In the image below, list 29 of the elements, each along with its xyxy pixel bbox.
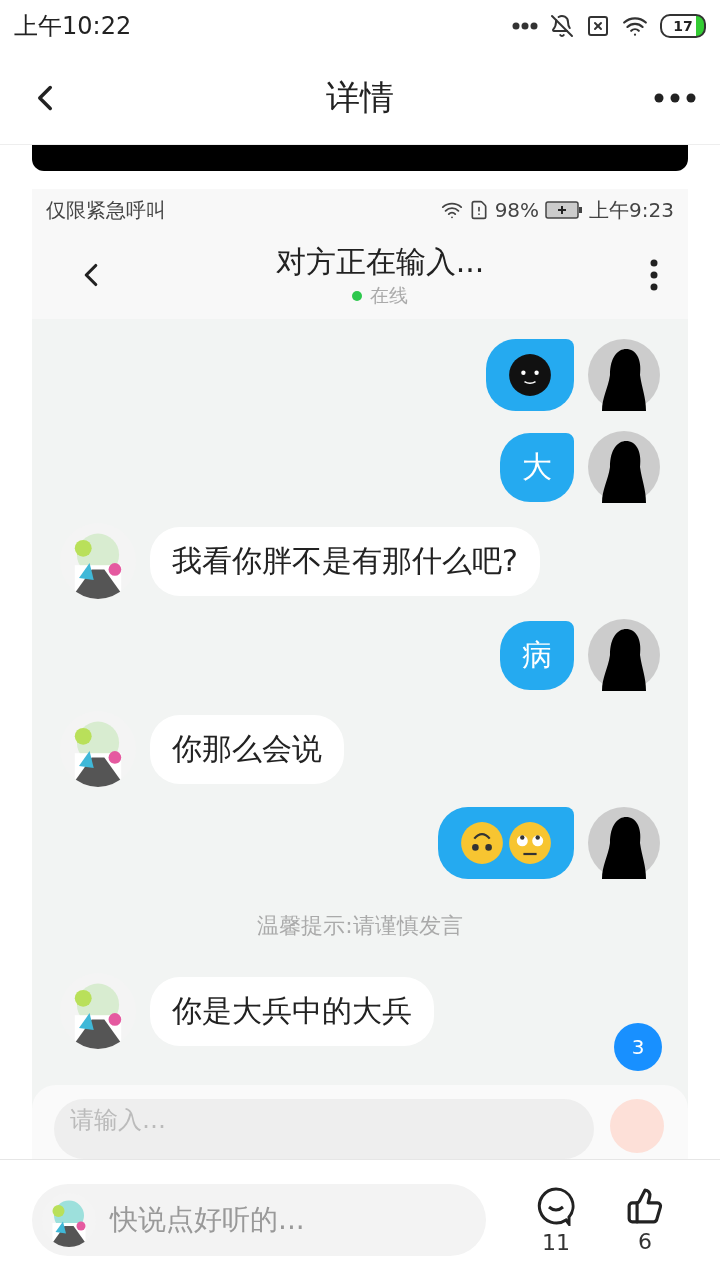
emoji-icon <box>508 821 552 865</box>
message-bubble: 大 <box>500 432 574 502</box>
emoji-icon <box>460 821 504 865</box>
online-status: 在线 <box>370 282 408 308</box>
chat-title: 对方正在输入... <box>275 242 485 281</box>
status-time: 上午9:23 <box>589 196 674 224</box>
user-silhouette-icon <box>588 807 660 879</box>
status-time: 上午10:22 <box>14 11 132 42</box>
sim-x-icon <box>586 14 610 38</box>
muted-bell-icon <box>550 14 574 38</box>
page-title: 详情 <box>326 76 394 119</box>
battery-indicator: 17 <box>660 14 706 38</box>
user-silhouette-icon <box>588 619 660 691</box>
carrier-text: 仅限紧急呼叫 <box>46 196 166 224</box>
message-bubble: 你是大兵中的大兵 <box>150 976 434 1046</box>
comment-placeholder: 快说点好听的... <box>110 1202 305 1238</box>
message-bubble: 我看你胖不是有那什么吧? <box>150 526 540 596</box>
user-silhouette-icon <box>588 431 660 503</box>
message-bubble: 病 <box>500 620 574 690</box>
message-bubble: 你那么会说 <box>150 714 344 784</box>
charging-battery-icon <box>545 201 584 219</box>
like-button[interactable]: 6 <box>626 1186 664 1254</box>
more-icon[interactable] <box>654 93 696 103</box>
more-vertical-icon[interactable] <box>650 259 658 291</box>
more-dots-icon <box>512 22 538 30</box>
battery-percent: 98% <box>494 198 540 222</box>
user-silhouette-icon <box>588 339 660 411</box>
notice-text: 温馨提示:请谨慎发言 <box>256 912 464 940</box>
emoji-icon <box>508 353 552 397</box>
